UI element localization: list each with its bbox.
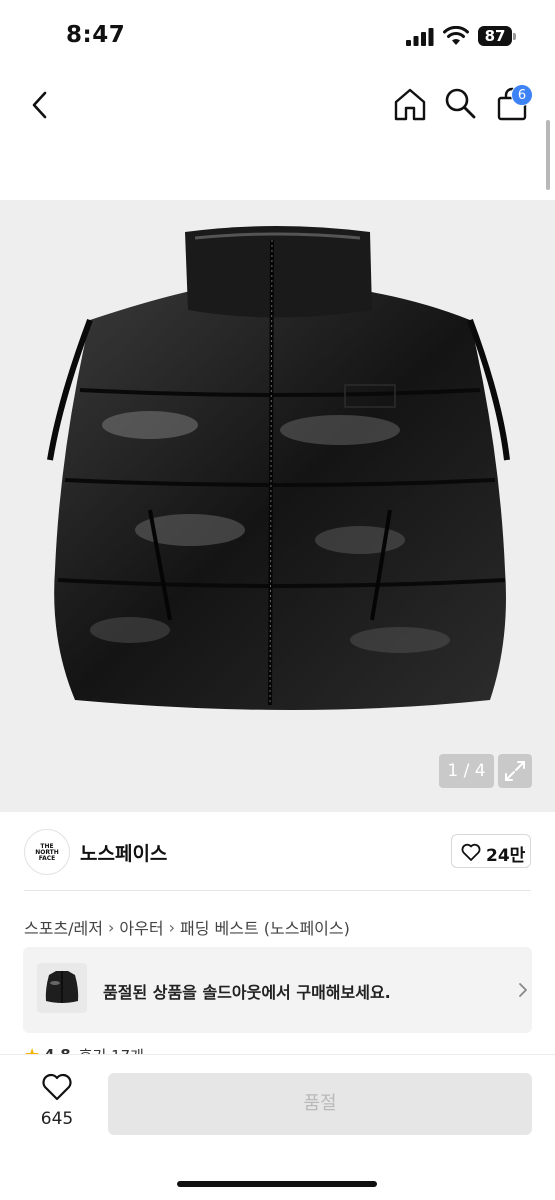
chevron-right-icon: › [108,917,115,937]
like-button[interactable]: 645 [22,1073,92,1133]
soldout-thumbnail [37,963,87,1013]
wifi-icon [443,26,469,45]
top-nav [0,70,555,140]
divider [24,890,531,891]
like-count: 645 [40,1109,74,1129]
home-indicator [177,1181,377,1187]
product-image-gallery[interactable]: 1 / 4 [0,200,555,812]
battery-level: 87 [478,26,512,46]
chevron-right-icon [519,983,527,997]
breadcrumb-item[interactable]: 패딩 베스트 (노스페이스) [180,915,350,939]
bottom-action-bar: 645 품절 [0,1054,555,1200]
image-page-indicator: 1 / 4 [439,754,494,788]
buy-button-soldout[interactable]: 품절 [108,1073,532,1135]
brand-name[interactable]: 노스페이스 [80,839,167,866]
soldout-banner-text: 품절된 상품을 솔드아웃에서 구매해보세요. [103,983,391,1002]
chevron-right-icon: › [168,917,175,937]
search-icon[interactable] [443,86,477,120]
heart-icon [461,843,481,861]
expand-icon[interactable] [498,754,532,788]
scrollbar[interactable] [546,120,550,190]
brand-wish-button[interactable]: 24만 [451,834,531,868]
heart-icon [42,1073,72,1101]
breadcrumb-item[interactable]: 아우터 [119,915,163,939]
brand-wish-count: 24만 [486,846,526,866]
cart-count-badge: 6 [511,84,533,106]
breadcrumb-item[interactable]: 스포츠/레저 [24,915,103,939]
status-time: 8:47 [66,22,126,48]
soldout-banner[interactable]: 품절된 상품을 솔드아웃에서 구매해보세요. [23,947,532,1033]
home-icon[interactable] [392,86,428,122]
brand-logo[interactable]: THE NORTH FACE [24,829,70,875]
battery-icon: 87 [478,26,516,46]
brand-row: THE NORTH FACE 노스페이스 24만 [0,812,555,892]
product-image-vest [47,226,510,710]
back-arrow-icon[interactable] [26,90,54,120]
cellular-signal-icon [406,28,434,46]
breadcrumb: 스포츠/레저 › 아우터 › 패딩 베스트 (노스페이스) [24,915,350,939]
status-bar: 8:47 87 [0,0,555,70]
